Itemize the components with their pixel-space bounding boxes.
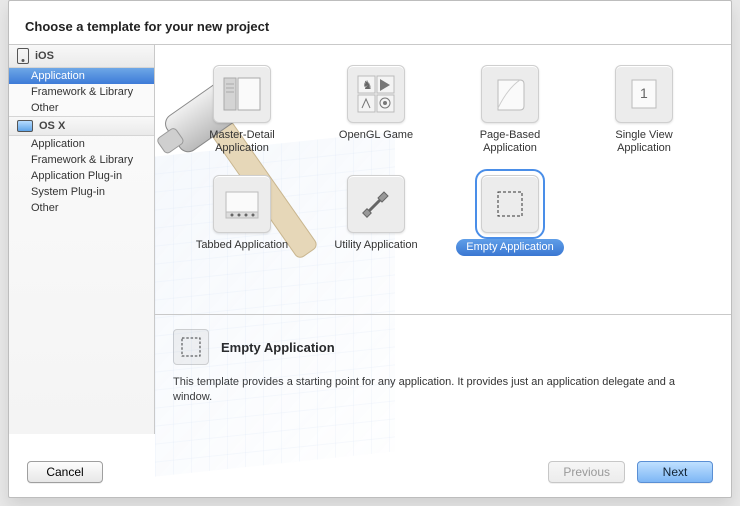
sidebar-item-osx-other[interactable]: Other bbox=[9, 200, 154, 216]
imac-icon bbox=[17, 120, 33, 132]
main-area: iOS Application Framework & Library Othe… bbox=[9, 44, 731, 434]
template-single-view[interactable]: 1 Single View Application bbox=[577, 59, 711, 169]
sheet-title: Choose a template for your new project bbox=[9, 1, 731, 44]
sidebar-item-label: Framework & Library bbox=[31, 86, 133, 98]
sidebar-item-osx-framework[interactable]: Framework & Library bbox=[9, 152, 154, 168]
master-detail-icon bbox=[213, 65, 271, 123]
template-tabbed[interactable]: Tabbed Application bbox=[175, 169, 309, 279]
sidebar-item-ios-application[interactable]: Application bbox=[9, 68, 154, 84]
sidebar-item-label: System Plug-in bbox=[31, 186, 105, 198]
svg-text:♞: ♞ bbox=[362, 78, 373, 92]
single-view-icon: 1 bbox=[615, 65, 673, 123]
empty-icon bbox=[481, 175, 539, 233]
sidebar-section-label: iOS bbox=[35, 50, 54, 62]
content-area: Master-Detail Application ♞ OpenGL Game bbox=[155, 45, 731, 434]
opengl-icon: ♞ bbox=[347, 65, 405, 123]
detail-title: Empty Application bbox=[221, 340, 335, 355]
sidebar-item-osx-application[interactable]: Application bbox=[9, 136, 154, 152]
sidebar-item-label: Other bbox=[31, 202, 59, 214]
button-bar: Cancel Previous Next bbox=[9, 447, 731, 497]
cancel-button[interactable]: Cancel bbox=[27, 461, 103, 483]
detail-empty-icon bbox=[173, 329, 209, 365]
sidebar-item-osx-app-plugin[interactable]: Application Plug-in bbox=[9, 168, 154, 184]
utility-icon bbox=[347, 175, 405, 233]
sidebar: iOS Application Framework & Library Othe… bbox=[9, 45, 155, 434]
sidebar-item-label: Application Plug-in bbox=[31, 170, 122, 182]
template-detail: Empty Application This template provides… bbox=[155, 315, 731, 420]
sidebar-item-ios-framework[interactable]: Framework & Library bbox=[9, 84, 154, 100]
templates-grid: Master-Detail Application ♞ OpenGL Game bbox=[155, 45, 731, 315]
template-label: Utility Application bbox=[334, 239, 417, 252]
sidebar-item-label: Application bbox=[31, 138, 85, 150]
template-label: Tabbed Application bbox=[196, 239, 288, 252]
template-label: OpenGL Game bbox=[339, 129, 413, 142]
sidebar-section-osx[interactable]: OS X bbox=[9, 116, 154, 136]
tabbed-icon bbox=[213, 175, 271, 233]
template-utility[interactable]: Utility Application bbox=[309, 169, 443, 279]
template-label: Single View Application bbox=[589, 129, 699, 155]
template-label: Page-Based Application bbox=[455, 129, 565, 155]
template-label: Empty Application bbox=[456, 239, 563, 256]
page-based-icon bbox=[481, 65, 539, 123]
new-project-sheet: Choose a template for your new project i… bbox=[8, 0, 732, 498]
sidebar-item-ios-other[interactable]: Other bbox=[9, 100, 154, 116]
template-opengl-game[interactable]: ♞ OpenGL Game bbox=[309, 59, 443, 169]
sidebar-item-label: Application bbox=[31, 70, 85, 82]
sidebar-item-label: Framework & Library bbox=[31, 154, 133, 166]
template-empty-application[interactable]: Empty Application bbox=[443, 169, 577, 279]
sidebar-section-ios[interactable]: iOS bbox=[9, 45, 154, 68]
sidebar-section-label: OS X bbox=[39, 120, 65, 132]
template-label: Master-Detail Application bbox=[187, 129, 297, 155]
template-page-based[interactable]: Page-Based Application bbox=[443, 59, 577, 169]
sidebar-item-osx-system-plugin[interactable]: System Plug-in bbox=[9, 184, 154, 200]
next-button[interactable]: Next bbox=[637, 461, 713, 483]
previous-button[interactable]: Previous bbox=[548, 461, 625, 483]
svg-text:1: 1 bbox=[640, 85, 648, 101]
template-master-detail[interactable]: Master-Detail Application bbox=[175, 59, 309, 169]
sidebar-item-label: Other bbox=[31, 102, 59, 114]
iphone-icon bbox=[17, 48, 29, 64]
detail-description: This template provides a starting point … bbox=[173, 375, 713, 406]
